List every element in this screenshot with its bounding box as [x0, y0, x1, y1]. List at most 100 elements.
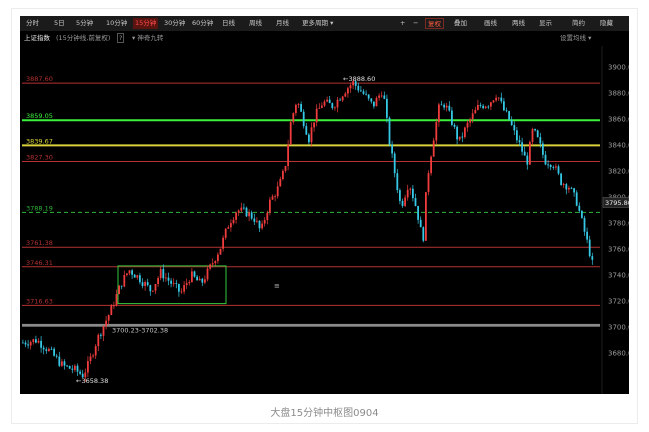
- candle-body: [391, 144, 393, 154]
- current-price-label: 3795.80: [605, 199, 629, 207]
- candle-body: [435, 122, 438, 141]
- candle-body: [198, 278, 201, 281]
- candle-body: [206, 268, 209, 280]
- candle-body: [139, 275, 141, 283]
- candle-body: [523, 151, 526, 156]
- candle-body: [165, 277, 167, 279]
- candle-body: [22, 342, 24, 344]
- candle-body: [591, 256, 594, 260]
- candle-body: [284, 166, 287, 171]
- candle-body: [516, 130, 518, 141]
- candle-body: [443, 104, 445, 108]
- candle-body: [292, 113, 295, 123]
- candle-body: [61, 361, 63, 366]
- candle-body: [323, 101, 326, 106]
- candle-body: [492, 100, 495, 103]
- candle-body: [399, 190, 401, 201]
- candle-body: [419, 219, 422, 228]
- candle-body: [217, 254, 219, 262]
- y-tick-label: 3840.00: [608, 142, 629, 150]
- candle-body: [542, 143, 544, 155]
- candle-body: [87, 361, 89, 373]
- candle-body: [573, 188, 575, 193]
- candle-body: [253, 218, 256, 222]
- candle-body: [136, 275, 139, 278]
- candle-body: [107, 315, 110, 321]
- candle-body: [477, 104, 479, 110]
- candle-body: [562, 184, 565, 185]
- candle-body: [141, 282, 144, 286]
- candle-body: [427, 173, 430, 193]
- candle-body: [300, 104, 302, 112]
- candle-body: [326, 99, 328, 102]
- candle-body: [144, 282, 146, 286]
- high-price-annotation: ←3888.60: [343, 75, 375, 83]
- candle-body: [149, 285, 152, 292]
- zhongshu-box: [117, 265, 227, 305]
- candle-body: [243, 207, 245, 209]
- candle-body: [159, 269, 162, 279]
- candle-body: [66, 365, 68, 367]
- candlestick-chart[interactable]: 3900.003880.003860.003840.003820.003800.…: [20, 16, 629, 394]
- candle-body: [378, 95, 380, 98]
- candle-body: [230, 223, 232, 228]
- y-tick-label: 3760.00: [608, 246, 629, 254]
- candle-body: [97, 334, 100, 347]
- candle-body: [201, 278, 204, 283]
- candle-body: [425, 192, 427, 241]
- candle-body: [417, 205, 419, 220]
- candle-body: [549, 164, 552, 168]
- candle-body: [547, 164, 549, 166]
- candle-body: [482, 105, 484, 109]
- candle-body: [211, 263, 214, 265]
- candle-body: [518, 140, 521, 143]
- candle-body: [414, 198, 417, 206]
- candle-body: [578, 205, 581, 211]
- candle-body: [362, 91, 365, 94]
- candle-body: [315, 108, 318, 123]
- candle-body: [157, 278, 159, 285]
- candle-body: [35, 339, 37, 343]
- candle-body: [29, 341, 32, 346]
- y-tick-label: 3900.00: [608, 64, 629, 72]
- candle-body: [276, 186, 279, 197]
- candle-body: [154, 284, 157, 291]
- candle-body: [74, 365, 76, 370]
- candle-body: [295, 104, 297, 114]
- candle-body: [183, 285, 185, 292]
- candle-body: [575, 192, 578, 206]
- candle-body: [110, 305, 113, 316]
- candle-body: [508, 111, 510, 120]
- candle-body: [240, 207, 243, 211]
- candle-body: [131, 270, 133, 275]
- candle-body: [113, 305, 115, 307]
- candle-body: [412, 188, 414, 199]
- candle-body: [250, 212, 253, 219]
- candle-body: [347, 88, 349, 94]
- candle-body: [448, 105, 451, 111]
- cursor-marker: ≡: [274, 282, 280, 290]
- candle-body: [282, 170, 284, 180]
- candle-body: [552, 167, 555, 168]
- candle-body: [115, 294, 118, 306]
- y-tick-label: 3780.00: [608, 220, 629, 228]
- candle-body: [479, 104, 482, 106]
- candle-body: [375, 97, 378, 107]
- candle-body: [55, 355, 58, 357]
- candle-body: [453, 124, 456, 127]
- candle-body: [256, 220, 258, 222]
- candle-body: [94, 346, 97, 356]
- level-label: 3827.30: [26, 154, 53, 162]
- candle-body: [370, 98, 373, 102]
- candle-body: [344, 93, 347, 97]
- candle-body: [526, 155, 529, 165]
- candle-body: [48, 348, 50, 351]
- candle-body: [227, 227, 230, 229]
- candle-body: [386, 98, 388, 118]
- candle-body: [37, 340, 40, 343]
- candle-body: [53, 348, 55, 356]
- candle-body: [102, 326, 105, 336]
- candle-body: [274, 196, 276, 198]
- candle-body: [170, 280, 172, 284]
- candle-body: [451, 110, 453, 125]
